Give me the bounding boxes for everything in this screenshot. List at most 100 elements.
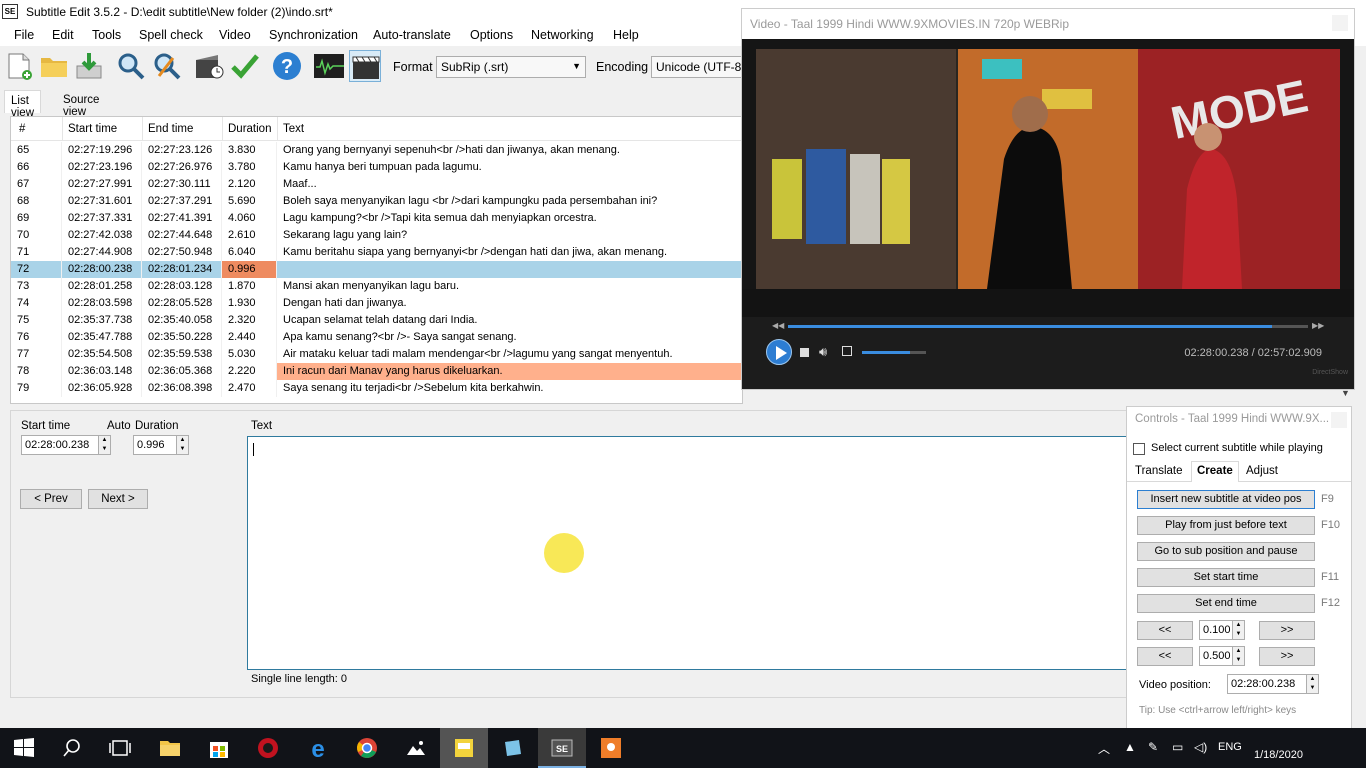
table-row[interactable]: 76 02:35:47.788 02:35:50.228 2.440 Apa kamu … bbox=[11, 329, 742, 346]
table-row[interactable]: 71 02:27:44.908 02:27:50.948 6.040 Kamu beri… bbox=[11, 244, 742, 261]
menu-video[interactable]: Video bbox=[219, 28, 251, 42]
menu-tools[interactable]: Tools bbox=[92, 28, 121, 42]
network-icon[interactable]: ▲ bbox=[1124, 740, 1136, 754]
go-to-sub-position-button[interactable]: Go to sub position and pause bbox=[1137, 542, 1315, 561]
file-explorer-icon[interactable] bbox=[146, 728, 194, 768]
table-row[interactable]: 65 02:27:19.296 02:27:23.126 3.830 Orang yan… bbox=[11, 142, 742, 159]
table-row[interactable]: 68 02:27:31.601 02:27:37.291 5.690 Boleh say… bbox=[11, 193, 742, 210]
volume-icon[interactable]: ◁) bbox=[1194, 740, 1207, 754]
spell-check-icon[interactable] bbox=[229, 50, 261, 82]
table-row[interactable]: 77 02:35:54.508 02:35:59.538 5.030 Air matak… bbox=[11, 346, 742, 363]
menu-synchronization[interactable]: Synchronization bbox=[269, 28, 358, 42]
start-time-input[interactable]: 02:28:00.238 ▲ ▼ bbox=[21, 435, 111, 455]
menu-edit[interactable]: Edit bbox=[52, 28, 74, 42]
close-icon[interactable] bbox=[1332, 15, 1348, 31]
tab-create[interactable]: Create bbox=[1191, 461, 1239, 482]
chevron-up-icon[interactable]: ︿ bbox=[1098, 740, 1110, 757]
next-button[interactable]: Next > bbox=[88, 489, 148, 509]
play-before-text-button[interactable]: Play from just before text bbox=[1137, 516, 1315, 535]
table-row[interactable]: 79 02:36:05.928 02:36:08.398 2.470 Saya sena… bbox=[11, 380, 742, 397]
menu-help[interactable]: Help bbox=[613, 28, 639, 42]
video-seek-bar[interactable] bbox=[788, 325, 1308, 328]
format-select[interactable]: SubRip (.srt) ▼ bbox=[436, 56, 586, 78]
menu-file[interactable]: File bbox=[14, 28, 34, 42]
photos-icon[interactable] bbox=[392, 728, 440, 768]
table-row[interactable]: 67 02:27:27.991 02:27:30.111 2.120 Maaf... bbox=[11, 176, 742, 193]
tab-source-view[interactable]: Source view bbox=[57, 90, 105, 118]
column-header-start[interactable]: Start time bbox=[68, 123, 117, 135]
set-end-time-button[interactable]: Set end time bbox=[1137, 594, 1315, 613]
table-row[interactable]: 74 02:28:03.598 02:28:05.528 1.930 Dengan ha… bbox=[11, 295, 742, 312]
subtitle-list[interactable]: # Start time End time Duration Text 65 02… bbox=[10, 116, 743, 404]
spinner-icon[interactable]: ▲ ▼ bbox=[1306, 675, 1318, 693]
column-header-duration[interactable]: Duration bbox=[228, 123, 271, 135]
spinner-icon[interactable]: ▲ ▼ bbox=[98, 436, 110, 454]
table-row[interactable]: 75 02:35:37.738 02:35:40.058 2.320 Ucapan se… bbox=[11, 312, 742, 329]
edge-icon[interactable]: e bbox=[294, 728, 342, 768]
menu-auto-translate[interactable]: Auto-translate bbox=[373, 28, 451, 42]
fullscreen-icon[interactable] bbox=[842, 346, 852, 356]
date-display[interactable]: 1/18/2020 bbox=[1254, 749, 1303, 761]
tab-adjust[interactable]: Adjust bbox=[1246, 465, 1278, 477]
column-header-number[interactable]: # bbox=[19, 123, 25, 135]
menu-spell-check[interactable]: Spell check bbox=[139, 28, 203, 42]
windows-start-icon[interactable] bbox=[0, 728, 48, 768]
tab-list-view[interactable]: List view bbox=[4, 90, 42, 119]
fast-forward-icon[interactable]: ▶▶ bbox=[1312, 321, 1324, 330]
forward-large-button[interactable]: >> bbox=[1259, 647, 1315, 666]
waveform-icon[interactable] bbox=[313, 50, 345, 82]
language-indicator[interactable]: ENG bbox=[1218, 741, 1242, 753]
spinner-icon[interactable]: ▲ ▼ bbox=[1232, 621, 1244, 639]
save-icon[interactable] bbox=[73, 50, 105, 82]
column-header-end[interactable]: End time bbox=[148, 123, 193, 135]
task-view-icon[interactable] bbox=[96, 728, 144, 768]
app-yellow-icon[interactable] bbox=[440, 728, 488, 768]
table-row[interactable]: 66 02:27:23.196 02:27:26.976 3.780 Kamu hany… bbox=[11, 159, 742, 176]
spinner-icon[interactable]: ▲ ▼ bbox=[1232, 647, 1244, 665]
duration-input[interactable]: 0.996 ▲ ▼ bbox=[133, 435, 189, 455]
table-row[interactable]: 70 02:27:42.038 02:27:44.648 2.610 Sekarang … bbox=[11, 227, 742, 244]
back-small-button[interactable]: << bbox=[1137, 621, 1193, 640]
menu-options[interactable]: Options bbox=[470, 28, 513, 42]
rewind-icon[interactable]: ◀◀ bbox=[772, 321, 784, 330]
prev-button[interactable]: < Prev bbox=[20, 489, 82, 509]
insert-subtitle-button[interactable]: Insert new subtitle at video pos bbox=[1137, 490, 1315, 509]
close-icon[interactable] bbox=[1331, 412, 1347, 428]
stop-icon[interactable] bbox=[800, 348, 809, 357]
set-start-time-button[interactable]: Set start time bbox=[1137, 568, 1315, 587]
encoding-select[interactable]: Unicode (UTF-8) bbox=[651, 56, 743, 78]
store-icon[interactable] bbox=[195, 728, 243, 768]
app-blue-icon[interactable] bbox=[489, 728, 537, 768]
tab-translate[interactable]: Translate bbox=[1135, 465, 1183, 477]
visual-sync-icon[interactable] bbox=[193, 50, 225, 82]
open-folder-icon[interactable] bbox=[38, 50, 70, 82]
volume-slider[interactable] bbox=[862, 351, 926, 354]
wifi-icon[interactable]: ▭ bbox=[1172, 740, 1183, 754]
back-large-button[interactable]: << bbox=[1137, 647, 1193, 666]
step-small-input[interactable]: 0.100 ▲ ▼ bbox=[1199, 620, 1245, 640]
help-icon[interactable]: ? bbox=[271, 50, 303, 82]
chrome-icon[interactable] bbox=[343, 728, 391, 768]
select-subtitle-checkbox[interactable] bbox=[1133, 443, 1145, 455]
spinner-icon[interactable]: ▲ ▼ bbox=[176, 436, 188, 454]
new-file-icon[interactable] bbox=[3, 50, 35, 82]
pen-icon[interactable]: ✎ bbox=[1148, 740, 1158, 754]
table-row[interactable]: 72 02:28:00.238 02:28:01.234 0.996 bbox=[11, 261, 742, 278]
search-icon[interactable] bbox=[48, 728, 96, 768]
table-row[interactable]: 73 02:28:01.258 02:28:03.128 1.870 Mansi aka… bbox=[11, 278, 742, 295]
subtitle-text-input[interactable] bbox=[247, 436, 1131, 670]
video-position-input[interactable]: 02:28:00.238 ▲ ▼ bbox=[1227, 674, 1319, 694]
app-red-icon[interactable] bbox=[244, 728, 292, 768]
video-player-icon[interactable] bbox=[349, 50, 381, 82]
menu-networking[interactable]: Networking bbox=[531, 28, 594, 42]
column-header-text[interactable]: Text bbox=[283, 123, 304, 135]
subtitle-edit-icon[interactable]: SE bbox=[538, 728, 586, 768]
app-orange-icon[interactable] bbox=[587, 728, 635, 768]
find-icon[interactable] bbox=[115, 50, 147, 82]
volume-icon[interactable]: 🔊︎ bbox=[819, 344, 827, 360]
table-row[interactable]: 78 02:36:03.148 02:36:05.368 2.220 Ini racun… bbox=[11, 363, 742, 380]
table-row[interactable]: 69 02:27:37.331 02:27:41.391 4.060 Lagu kamp… bbox=[11, 210, 742, 227]
forward-small-button[interactable]: >> bbox=[1259, 621, 1315, 640]
step-large-input[interactable]: 0.500 ▲ ▼ bbox=[1199, 646, 1245, 666]
replace-icon[interactable] bbox=[151, 50, 183, 82]
